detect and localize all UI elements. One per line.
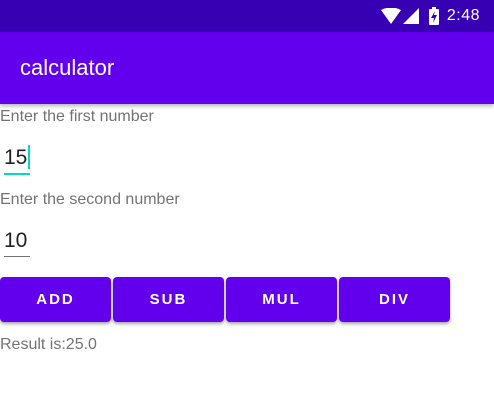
mul-button[interactable]: MUL — [226, 277, 337, 322]
first-number-field[interactable]: 15 — [4, 145, 27, 171]
signal-icon — [402, 8, 419, 24]
second-number-label: Enter the second number — [0, 191, 180, 208]
app-bar: calculator — [0, 32, 494, 104]
battery-charging-icon — [428, 7, 439, 25]
status-bar: 2:48 — [0, 0, 494, 32]
app-title: calculator — [20, 55, 115, 80]
second-number-field[interactable]: 10 — [4, 228, 27, 254]
second-number-underline — [4, 256, 30, 257]
first-number-underline — [4, 173, 30, 175]
status-icons: 2:48 — [380, 6, 480, 26]
status-time: 2:48 — [446, 7, 480, 24]
add-button[interactable]: ADD — [0, 277, 111, 322]
sub-button[interactable]: SUB — [113, 277, 224, 322]
text-cursor — [28, 145, 30, 169]
first-number-label: Enter the first number — [0, 108, 154, 125]
result-text: Result is:25.0 — [0, 336, 97, 353]
div-button[interactable]: DIV — [339, 277, 450, 322]
wifi-icon — [380, 8, 401, 24]
